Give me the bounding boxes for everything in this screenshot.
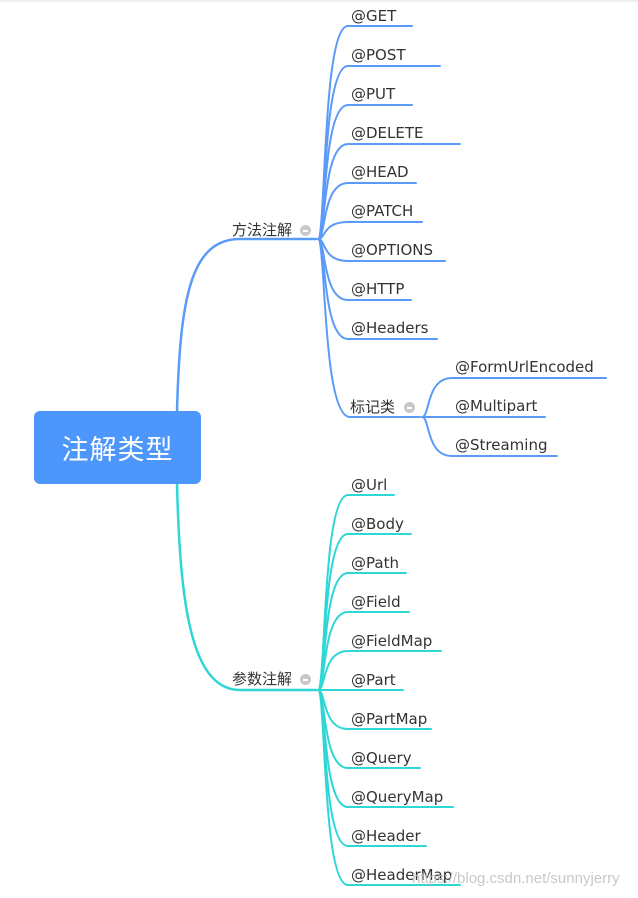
collapse-icon[interactable]: [404, 402, 415, 413]
leaf-node[interactable]: @FieldMap: [351, 632, 432, 650]
leaf-node[interactable]: @DELETE: [351, 124, 424, 142]
leaf-node[interactable]: @Body: [351, 515, 404, 533]
leaf-node[interactable]: @FormUrlEncoded: [455, 358, 594, 376]
collapse-icon[interactable]: [300, 225, 311, 236]
leaf-node[interactable]: @HTTP: [351, 280, 404, 298]
leaf-node[interactable]: @Header: [351, 827, 421, 845]
leaf-node[interactable]: @GET: [351, 7, 396, 25]
root-node[interactable]: 注解类型: [34, 411, 201, 484]
edge-method-leaf: [317, 143, 461, 240]
leaf-node[interactable]: @Url: [351, 476, 387, 494]
leaf-node[interactable]: @PATCH: [351, 202, 413, 220]
subbranch-marker-annotations[interactable]: 标记类: [350, 398, 395, 416]
edge-method-leaf: [317, 221, 423, 240]
branch-parameter-annotations[interactable]: 参数注解: [232, 670, 292, 688]
leaf-node[interactable]: @Query: [351, 749, 412, 767]
leaf-node[interactable]: @Multipart: [455, 397, 537, 415]
branch-method-annotations[interactable]: 方法注解: [232, 221, 292, 239]
leaf-node[interactable]: @Part: [351, 671, 396, 689]
leaf-node[interactable]: @Field: [351, 593, 401, 611]
watermark: https://blog.csdn.net/sunnyjerry: [412, 870, 620, 887]
leaf-node[interactable]: @POST: [351, 46, 406, 64]
leaf-node[interactable]: @OPTIONS: [351, 241, 433, 259]
leaf-node[interactable]: @Streaming: [455, 436, 547, 454]
branch-label: 方法注解: [232, 221, 293, 239]
leaf-node[interactable]: @QueryMap: [351, 788, 443, 806]
edge-root-to-param: [175, 482, 318, 692]
branch-label: 参数注解: [232, 670, 293, 688]
leaf-node[interactable]: @HEAD: [351, 163, 409, 181]
subbranch-label: 标记类: [350, 398, 396, 416]
edge-root-to-method: [175, 237, 318, 413]
root-label: 注解类型: [61, 435, 174, 466]
leaf-node[interactable]: @Path: [351, 554, 399, 572]
leaf-node[interactable]: @PartMap: [351, 710, 427, 728]
leaf-node[interactable]: @PUT: [351, 85, 395, 103]
collapse-icon[interactable]: [300, 674, 311, 685]
leaf-node[interactable]: @Headers: [351, 319, 428, 337]
